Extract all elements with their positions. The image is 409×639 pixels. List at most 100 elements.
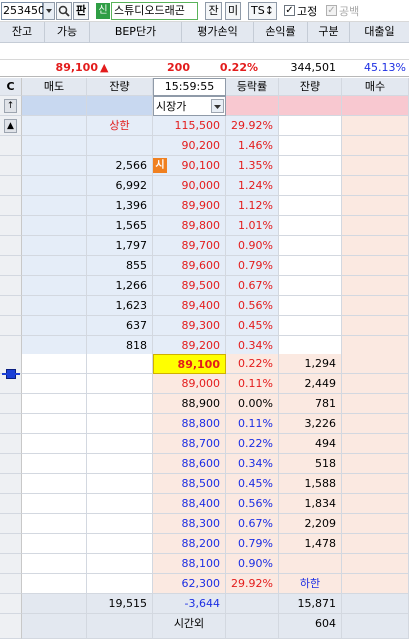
ask-price[interactable]: 89,900 bbox=[153, 196, 226, 216]
ask-rate: 0.79% bbox=[226, 256, 279, 276]
ask-row: 1,797 89,700 0.90% bbox=[0, 236, 409, 256]
blank-cell bbox=[342, 316, 409, 336]
ask-qty: 1,797 bbox=[87, 236, 153, 256]
magnifier-icon bbox=[58, 5, 70, 17]
bid-price[interactable]: 88,700 bbox=[153, 434, 226, 454]
bid-qty: 2,209 bbox=[279, 514, 342, 534]
bid-price[interactable]: 88,200 bbox=[153, 534, 226, 554]
ts-button[interactable]: TS↕ bbox=[248, 2, 277, 20]
ask-price[interactable]: 89,600 bbox=[153, 256, 226, 276]
blank-cell bbox=[87, 534, 153, 554]
search-button[interactable] bbox=[56, 2, 72, 20]
ask-price[interactable]: 89,400 bbox=[153, 296, 226, 316]
left-strip bbox=[0, 514, 22, 534]
arrow-up-icon[interactable]: ↑ bbox=[4, 99, 17, 113]
left-strip bbox=[0, 474, 22, 494]
left-strip: ▲ bbox=[0, 116, 22, 136]
header-bid: 매수 bbox=[342, 78, 409, 96]
upper-limit-row: ▲ 상한 115,500 29.92% bbox=[0, 116, 409, 136]
bid-price[interactable]: 88,100 bbox=[153, 554, 226, 574]
stock-name-field[interactable]: 스튜디오드래곤 bbox=[111, 2, 198, 20]
blank-cell bbox=[22, 276, 87, 296]
left-strip bbox=[0, 434, 22, 454]
ask-price[interactable]: 90,000 bbox=[153, 176, 226, 196]
ask-price[interactable]: 89,500 bbox=[153, 276, 226, 296]
total-bid-qty: 15,871 bbox=[279, 594, 342, 614]
blank-cell bbox=[22, 216, 87, 236]
order-type-select[interactable]: 시장가 bbox=[153, 96, 226, 116]
bid-rate: 0.45% bbox=[226, 474, 279, 494]
bid-rate: 0.56% bbox=[226, 494, 279, 514]
quote-summary: 89,100 ▲ 200 0.22% 344,501 45.13% bbox=[0, 60, 409, 77]
left-strip bbox=[0, 176, 22, 196]
blank-cell bbox=[22, 434, 87, 454]
corner-c-button[interactable]: C bbox=[0, 78, 22, 96]
ask-row: 2,566 90,100 시 1.35% bbox=[0, 156, 409, 176]
blank-cell bbox=[342, 614, 409, 639]
lower-limit-price[interactable]: 62,300 bbox=[153, 574, 226, 594]
bid-price[interactable]: 89,000 bbox=[153, 374, 226, 394]
bid-row: 88,100 0.90% bbox=[0, 554, 409, 574]
order-type-row: ↑ 시장가 bbox=[0, 96, 409, 116]
bid-price[interactable]: 89,100 bbox=[153, 354, 226, 374]
fixed-checkbox[interactable]: ✓ bbox=[284, 5, 295, 16]
blank-cell bbox=[342, 256, 409, 276]
blank-cell bbox=[279, 236, 342, 256]
ask-price[interactable]: 89,800 bbox=[153, 216, 226, 236]
ask-row: 1,396 89,900 1.12% bbox=[0, 196, 409, 216]
code-dropdown-button[interactable] bbox=[43, 2, 55, 20]
blank-cell bbox=[22, 296, 87, 316]
blank-cell bbox=[22, 494, 87, 514]
ask-price[interactable]: 89,200 bbox=[153, 336, 226, 356]
left-strip bbox=[0, 256, 22, 276]
order-type-label: 시장가 bbox=[156, 100, 187, 113]
bid-rate: 0.11% bbox=[226, 414, 279, 434]
triangle-up-icon[interactable]: ▲ bbox=[4, 119, 17, 133]
change-rate: 0.22% bbox=[219, 61, 258, 74]
blank-cell bbox=[22, 256, 87, 276]
pan-button[interactable]: 판 bbox=[73, 2, 89, 20]
short-label: 공백 bbox=[339, 5, 360, 18]
after-hours-label: 시간외 bbox=[153, 614, 226, 639]
ask-row: 1,266 89,500 0.67% bbox=[0, 276, 409, 296]
ask-qty: 855 bbox=[87, 256, 153, 276]
ask-price[interactable]: 89,300 bbox=[153, 316, 226, 336]
blank-cell bbox=[342, 296, 409, 316]
bid-price[interactable]: 88,600 bbox=[153, 454, 226, 474]
header-eval-pl: 평가손익 bbox=[182, 22, 254, 43]
blank-cell bbox=[279, 256, 342, 276]
bid-price[interactable]: 88,300 bbox=[153, 514, 226, 534]
short-checkbox[interactable]: ✓ bbox=[326, 5, 337, 16]
unfilled-button[interactable]: 미 bbox=[225, 2, 241, 20]
left-strip bbox=[0, 276, 22, 296]
bid-price[interactable]: 88,500 bbox=[153, 474, 226, 494]
bid-row: 89,000 0.11% 2,449 bbox=[0, 374, 409, 394]
ask-rate: 0.67% bbox=[226, 276, 279, 296]
blank-cell bbox=[279, 276, 342, 296]
ask-price[interactable]: 90,200 bbox=[153, 136, 226, 156]
left-strip: ↑ bbox=[0, 96, 22, 116]
bid-rate: 0.79% bbox=[226, 534, 279, 554]
bid-price[interactable]: 88,900 bbox=[153, 394, 226, 414]
bid-price[interactable]: 88,800 bbox=[153, 414, 226, 434]
bid-qty: 1,588 bbox=[279, 474, 342, 494]
ask-rate: 0.45% bbox=[226, 316, 279, 336]
left-strip bbox=[0, 594, 22, 614]
ask-rate: 0.56% bbox=[226, 296, 279, 316]
blank-cell bbox=[342, 594, 409, 614]
bid-qty: 1,294 bbox=[279, 354, 342, 374]
ask-price[interactable]: 89,700 bbox=[153, 236, 226, 256]
blank-cell bbox=[87, 454, 153, 474]
header-balance: 잔고 bbox=[0, 22, 45, 43]
upper-limit-price[interactable]: 115,500 bbox=[153, 116, 226, 136]
left-strip bbox=[0, 614, 22, 639]
header-available: 가능 bbox=[45, 22, 90, 43]
chevron-down-icon bbox=[211, 99, 224, 113]
left-strip bbox=[0, 394, 22, 414]
balance-button[interactable]: 잔 bbox=[205, 2, 222, 20]
upper-limit-rate: 29.92% bbox=[226, 116, 279, 136]
toolbar: 253450 판 신 스튜디오드래곤 잔 미 TS↕ ✓ 고정 ✓ 공백 bbox=[0, 0, 409, 22]
stock-code-input[interactable]: 253450 bbox=[1, 2, 45, 20]
ask-qty bbox=[87, 136, 153, 156]
bid-price[interactable]: 88,400 bbox=[153, 494, 226, 514]
